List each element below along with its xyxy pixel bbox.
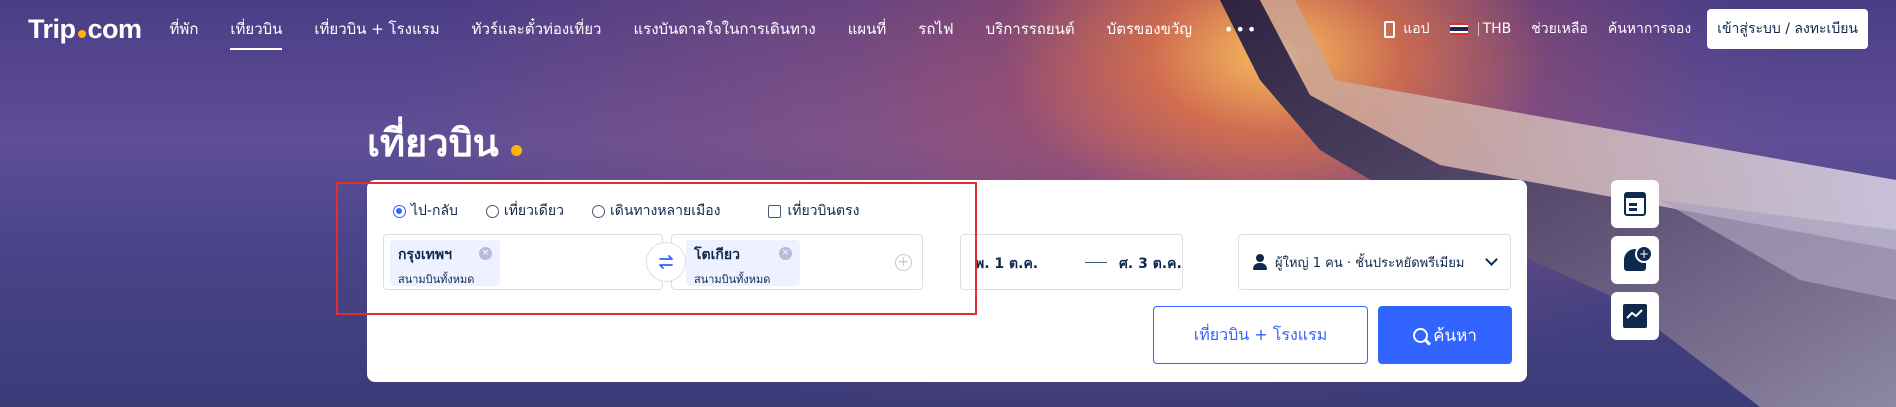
nav-item-gift-cards[interactable]: บัตรของขวัญ bbox=[1107, 11, 1192, 47]
date-range-field[interactable]: พ. 1 ต.ค. ศ. 3 ต.ค. bbox=[960, 234, 1183, 290]
price-trend-icon bbox=[1623, 304, 1647, 328]
radio-label: เดินทางหลายเมือง bbox=[609, 203, 721, 219]
origin-airports: สนามบินทั้งหมด bbox=[398, 273, 475, 286]
nav-item-hotels[interactable]: ที่พัก bbox=[170, 11, 199, 47]
swap-icon bbox=[659, 255, 673, 269]
passenger-class-selector[interactable]: ผู้ใหญ่ 1 คน · ชั้นประหยัดพรีเมียม bbox=[1238, 234, 1511, 290]
radio-checked-icon bbox=[393, 204, 406, 218]
destination-chip[interactable]: โตเกียว สนามบินทั้งหมด × bbox=[686, 240, 800, 286]
calendar-tool-button[interactable] bbox=[1611, 180, 1659, 228]
find-booking-link[interactable]: ค้นหาการจอง bbox=[1608, 18, 1691, 40]
nav-item-car-services[interactable]: บริการรถยนต์ bbox=[986, 11, 1075, 47]
calendar-icon bbox=[1624, 192, 1646, 216]
app-download-link[interactable]: แอป bbox=[1384, 18, 1430, 40]
radio-round-trip[interactable]: ไป-กลับ bbox=[393, 200, 458, 222]
flight-search-card: ไป-กลับ เที่ยวเดียว เดินทางหลายเมือง เที… bbox=[367, 180, 1527, 382]
nav-item-inspiration[interactable]: แรงบันดาลใจในการเดินทาง bbox=[633, 11, 815, 47]
app-label: แอป bbox=[1403, 21, 1430, 37]
divider bbox=[1477, 22, 1479, 36]
title-accent-dot bbox=[510, 145, 522, 156]
search-icon bbox=[1413, 327, 1429, 343]
radio-one-way[interactable]: เที่ยวเดียว bbox=[485, 200, 564, 222]
top-navigation: Trip com ที่พัก เที่ยวบิน เที่ยวบิน + โรง… bbox=[0, 0, 1896, 58]
trip-type-options: ไป-กลับ เที่ยวเดียว เดินทางหลายเมือง เที… bbox=[393, 200, 859, 222]
nav-item-flights[interactable]: เที่ยวบิน bbox=[230, 11, 283, 50]
chevron-down-icon bbox=[1485, 253, 1498, 266]
clear-destination-icon[interactable]: × bbox=[779, 247, 792, 260]
radio-label: ไป-กลับ bbox=[411, 203, 458, 219]
radio-unchecked-icon bbox=[485, 204, 499, 218]
page-title: เที่ยวบิน bbox=[367, 112, 522, 173]
checkbox-icon bbox=[768, 204, 782, 218]
direct-flight-checkbox[interactable]: เที่ยวบินตรง bbox=[768, 200, 859, 222]
nav-item-trains[interactable]: รถไฟ bbox=[918, 11, 953, 47]
nav-item-flight-hotel[interactable]: เที่ยวบิน + โรงแรม bbox=[314, 11, 439, 47]
origin-city: กรุงเทพฯ bbox=[398, 247, 452, 263]
radio-unchecked-icon bbox=[591, 204, 605, 218]
checkbox-label: เที่ยวบินตรง bbox=[787, 203, 860, 219]
help-link[interactable]: ช่วยเหลือ bbox=[1531, 18, 1588, 40]
add-destination-icon[interactable]: + bbox=[895, 254, 912, 271]
destination-field[interactable]: โตเกียว สนามบินทั้งหมด × + bbox=[671, 234, 923, 290]
nav-right: แอป THB ช่วยเหลือ ค้นหาการจอง เข้าสู่ระบ… bbox=[1364, 0, 1868, 58]
depart-date[interactable]: พ. 1 ต.ค. bbox=[975, 253, 1038, 275]
radio-label: เที่ยวเดียว bbox=[503, 203, 564, 219]
page-title-text: เที่ยวบิน bbox=[367, 121, 499, 165]
search-button-label: ค้นหา bbox=[1433, 325, 1477, 346]
nav-item-map[interactable]: แผนที่ bbox=[848, 11, 887, 47]
nav-item-tours-tickets[interactable]: ทัวร์และตั๋วท่องเที่ยว bbox=[472, 11, 602, 47]
price-alert-icon bbox=[1624, 245, 1653, 271]
destination-airports: สนามบินทั้งหมด bbox=[694, 273, 771, 286]
clear-origin-icon[interactable]: × bbox=[479, 247, 492, 260]
thailand-flag-icon bbox=[1449, 23, 1468, 35]
destination-city: โตเกียว bbox=[694, 247, 740, 263]
radio-multi-city[interactable]: เดินทางหลายเมือง bbox=[591, 200, 721, 222]
origin-field[interactable]: กรุงเทพฯ สนามบินทั้งหมด × bbox=[383, 234, 663, 290]
more-menu-icon[interactable]: ••• bbox=[1224, 20, 1258, 39]
flight-hotel-button[interactable]: เที่ยวบิน + โรงแรม bbox=[1153, 306, 1368, 364]
phone-icon bbox=[1384, 20, 1396, 38]
person-icon bbox=[1253, 254, 1267, 270]
swap-cities-button[interactable] bbox=[646, 242, 686, 282]
date-separator bbox=[1085, 262, 1107, 263]
price-alert-button[interactable] bbox=[1611, 236, 1659, 284]
return-date[interactable]: ศ. 3 ต.ค. bbox=[1119, 253, 1182, 275]
locale-currency-selector[interactable]: THB bbox=[1449, 21, 1512, 37]
trip-logo[interactable]: Trip com bbox=[28, 14, 142, 45]
search-button[interactable]: ค้นหา bbox=[1378, 306, 1512, 364]
nav-menu: ที่พัก เที่ยวบิน เที่ยวบิน + โรงแรม ทัวร… bbox=[170, 11, 1259, 50]
price-trend-button[interactable] bbox=[1611, 292, 1659, 340]
passenger-class-text: ผู้ใหญ่ 1 คน · ชั้นประหยัดพรีเมียม bbox=[1275, 255, 1465, 271]
currency-label: THB bbox=[1482, 21, 1512, 37]
login-register-button[interactable]: เข้าสู่ระบบ / ลงทะเบียน bbox=[1707, 9, 1868, 49]
origin-chip[interactable]: กรุงเทพฯ สนามบินทั้งหมด × bbox=[390, 240, 500, 286]
